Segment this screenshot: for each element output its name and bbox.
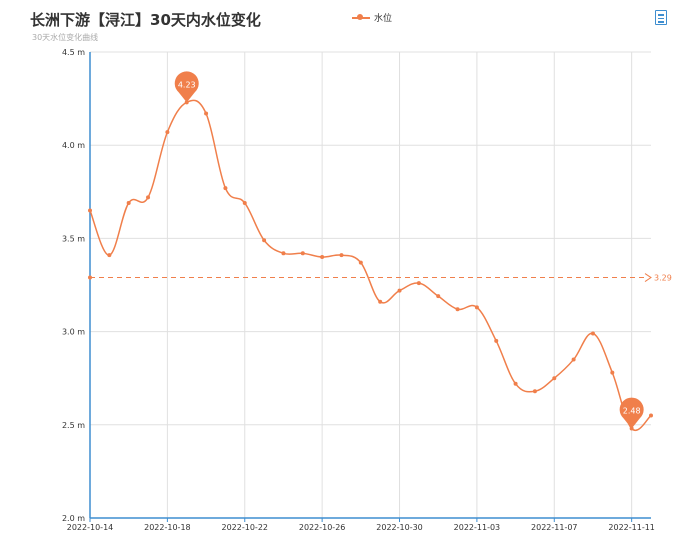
data-point	[416, 281, 421, 286]
average-mark-line: 3.29	[88, 273, 672, 283]
average-line-label: 3.29	[654, 274, 672, 283]
data-point	[126, 200, 131, 205]
x-tick-label: 2022-10-22	[222, 523, 269, 532]
y-tick-label: 4.5 m	[62, 48, 85, 57]
x-tick-label: 2022-11-03	[454, 523, 501, 532]
axes: 2.0 m 2.5 m 3.0 m 3.5 m 4.0 m 4.5 m 2022-10-14…	[62, 48, 655, 532]
data-point	[358, 260, 363, 265]
x-tick-label: 2022-10-18	[144, 523, 191, 532]
data-point	[262, 238, 267, 243]
data-point	[649, 413, 653, 418]
data-point	[223, 186, 228, 191]
average-line-start	[88, 275, 92, 280]
data-point	[513, 381, 518, 386]
data-point	[88, 208, 92, 213]
data-point	[165, 130, 170, 135]
x-tick-label: 2022-11-11	[608, 523, 655, 532]
y-tick-label: 2.5 m	[62, 421, 85, 430]
x-tick-label: 2022-11-07	[531, 523, 578, 532]
y-tick-label: 3.0 m	[62, 328, 85, 337]
data-point	[281, 251, 286, 256]
data-point	[610, 370, 615, 375]
series-water-level	[88, 99, 653, 432]
data-point	[378, 299, 383, 304]
data-point	[107, 253, 112, 258]
data-point	[571, 357, 576, 362]
data-point	[204, 111, 209, 116]
x-tick-label: 2022-10-14	[67, 523, 114, 532]
data-point	[455, 307, 460, 312]
data-point	[320, 255, 325, 260]
data-point	[552, 376, 557, 381]
data-point	[146, 195, 151, 200]
line-chart: 2.0 m 2.5 m 3.0 m 3.5 m 4.0 m 4.5 m 2022-10-14…	[62, 48, 672, 532]
x-tick-label: 2022-10-26	[299, 523, 346, 532]
data-point	[590, 331, 595, 336]
x-tick-label: 2022-10-30	[376, 523, 423, 532]
data-point	[397, 288, 402, 293]
data-point	[300, 251, 305, 256]
average-line-arrow-icon	[644, 273, 652, 282]
data-point	[494, 338, 499, 343]
data-point	[339, 253, 344, 258]
data-point	[436, 294, 441, 299]
data-point	[242, 200, 247, 205]
y-tick-label: 4.0 m	[62, 141, 85, 150]
mark-point-label-max: 4.23	[178, 80, 196, 89]
data-point	[532, 389, 537, 394]
y-tick-label: 2.0 m	[62, 514, 85, 523]
data-point	[474, 305, 479, 310]
series-line	[89, 99, 652, 432]
y-tick-label: 3.5 m	[62, 234, 85, 243]
mark-point-label-min: 2.48	[623, 407, 641, 416]
